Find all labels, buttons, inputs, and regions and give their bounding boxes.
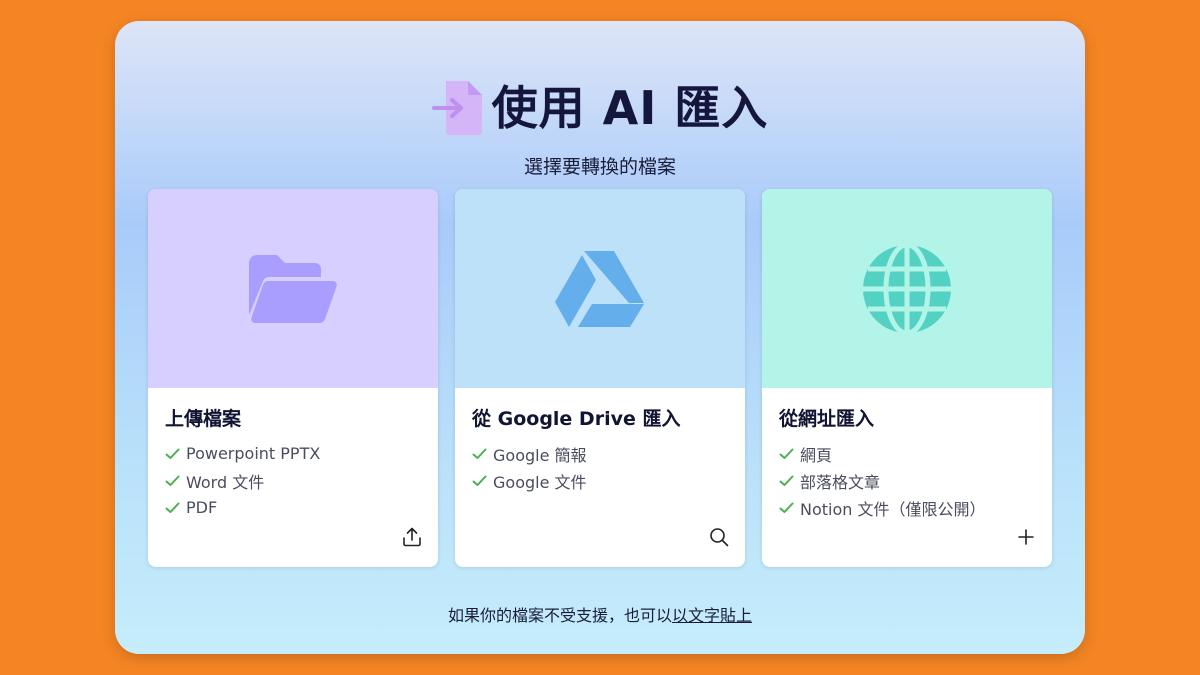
google-drive-card[interactable]: 從 Google Drive 匯入 Google 簡報 Google 文件 — [455, 189, 745, 567]
check-icon — [779, 448, 794, 459]
upload-file-card[interactable]: 上傳檔案 Powerpoint PPTX Word 文件 PDF — [148, 189, 438, 567]
card-title: 上傳檔案 — [165, 408, 242, 430]
page-subtitle: 選擇要轉換的檔案 — [523, 156, 676, 178]
check-icon — [165, 475, 180, 486]
check-icon — [472, 475, 487, 486]
globe-icon — [863, 243, 951, 334]
footer-text: 如果你的檔案不受支援，也可以 — [447, 606, 672, 625]
feature-item: Google 簡報 — [472, 440, 728, 467]
card-title: 從網址匯入 — [779, 408, 875, 430]
feature-item: Powerpoint PPTX — [165, 440, 421, 467]
folder-open-icon — [249, 254, 337, 323]
feature-item: Notion 文件（僅限公開） — [779, 494, 1035, 521]
plus-icon — [1018, 529, 1034, 545]
feature-label: Powerpoint PPTX — [186, 444, 321, 463]
card-title: 從 Google Drive 匯入 — [472, 408, 681, 430]
feature-item: Word 文件 — [165, 467, 421, 494]
feature-label: Google 簡報 — [493, 445, 587, 465]
check-icon — [165, 502, 180, 513]
header: 使用 AI 匯入 — [115, 79, 1085, 137]
google-drive-icon — [555, 250, 644, 327]
upload-button[interactable] — [400, 525, 424, 549]
url-import-card[interactable]: 從網址匯入 網頁 部落格文章 Notion 文件（僅限公開） — [762, 189, 1052, 567]
upload-icon — [403, 527, 421, 547]
file-import-icon — [431, 81, 482, 135]
feature-label: 網頁 — [800, 445, 833, 465]
card-illustration — [148, 189, 438, 388]
feature-item: PDF — [165, 494, 421, 521]
card-illustration — [455, 189, 745, 388]
card-illustration — [762, 189, 1052, 388]
add-url-button[interactable] — [1014, 525, 1038, 549]
feature-label: Google 文件 — [493, 472, 587, 492]
feature-label: Notion 文件（僅限公開） — [800, 499, 986, 519]
footer-note: 如果你的檔案不受支援，也可以以文字貼上 — [115, 602, 1085, 626]
feature-label: PDF — [186, 498, 218, 517]
import-dialog: 使用 AI 匯入 選擇要轉換的檔案 上傳檔案 Powerpoint PPTX W… — [115, 21, 1085, 654]
feature-label: Word 文件 — [186, 472, 265, 492]
page-title: 使用 AI 匯入 — [491, 81, 769, 135]
feature-item: Google 文件 — [472, 467, 728, 494]
feature-label: 部落格文章 — [800, 472, 881, 492]
feature-item: 部落格文章 — [779, 467, 1035, 494]
feature-item: 網頁 — [779, 440, 1035, 467]
check-icon — [779, 475, 794, 486]
paste-text-link[interactable]: 以文字貼上 — [672, 606, 752, 625]
check-icon — [165, 448, 180, 459]
search-icon — [710, 528, 729, 547]
check-icon — [472, 448, 487, 459]
search-button[interactable] — [707, 525, 731, 549]
check-icon — [779, 502, 794, 513]
